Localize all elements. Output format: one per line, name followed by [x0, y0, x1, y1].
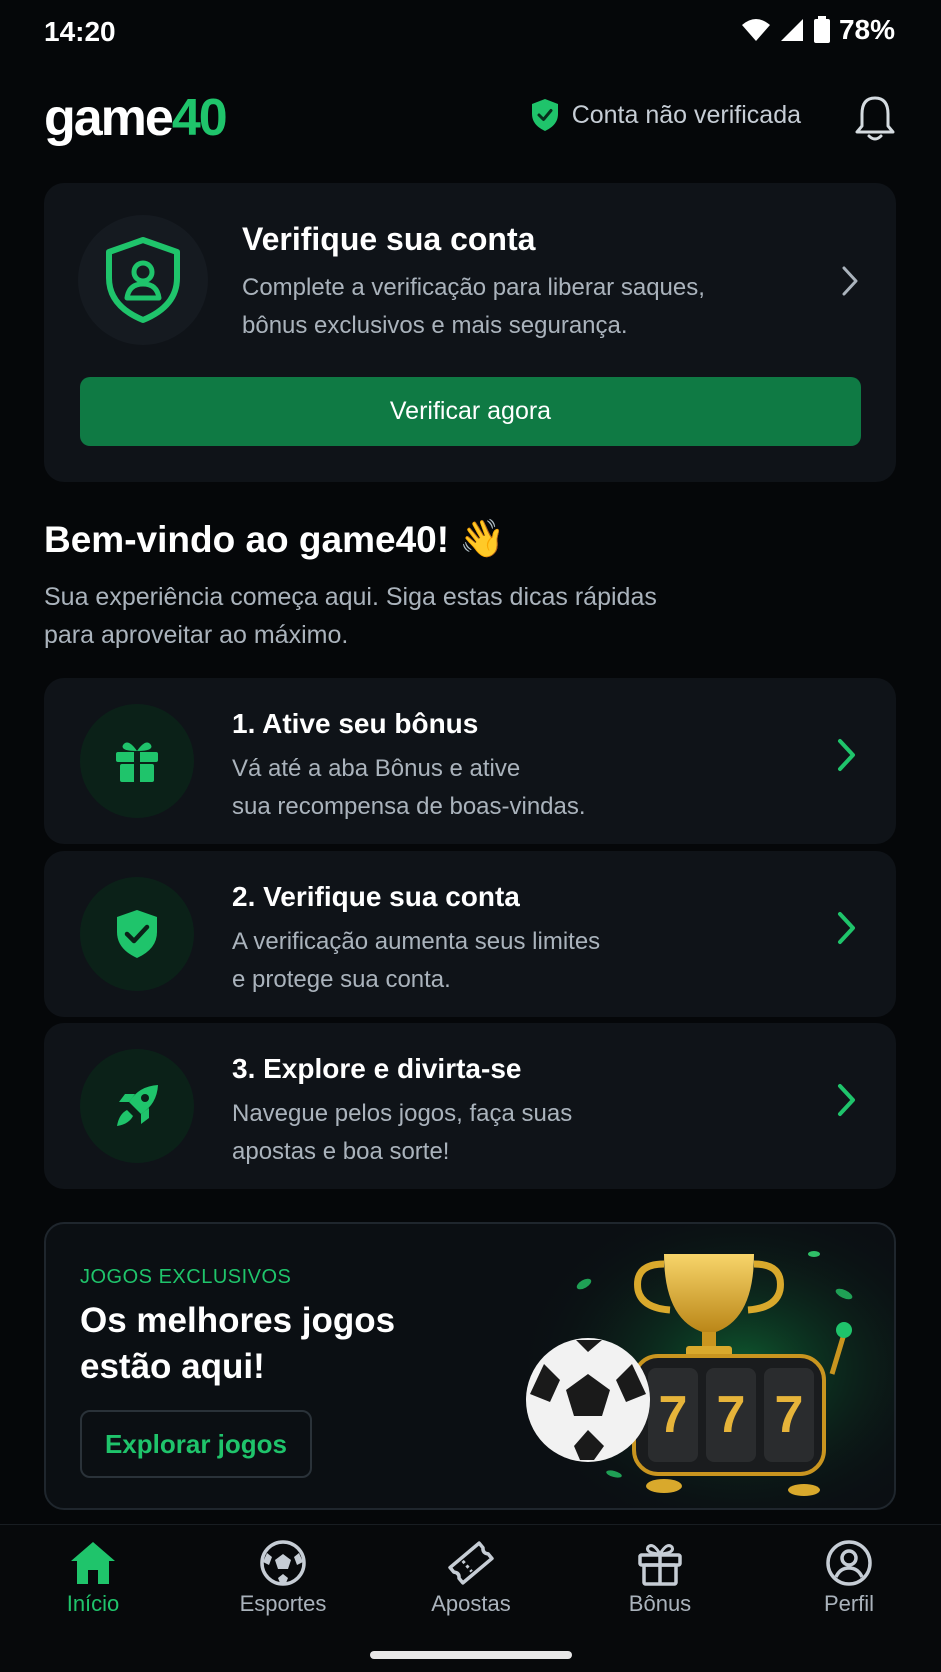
step-description-line: Navegue pelos jogos, faça suas — [232, 1100, 573, 1127]
nav-item-label: Início — [66, 1591, 120, 1616]
logo[interactable]: game40 — [44, 86, 228, 150]
ticket-icon — [448, 1541, 494, 1585]
step-card-bonus[interactable]: 1. Ative seu bônus Vá até a aba Bônus e … — [44, 678, 896, 844]
verify-icon-circle — [78, 215, 208, 345]
step-title: 2. Verifique sua conta — [232, 881, 520, 912]
promo-tag: JOGOS EXCLUSIVOS — [80, 1266, 292, 1288]
verification-status-label: Conta não verificada — [571, 100, 801, 129]
step-description: A verificação aumenta seus limites e pro… — [232, 923, 732, 999]
welcome-title-text: Bem-vindo ao game40! — [44, 518, 450, 560]
battery-icon — [813, 16, 830, 43]
step-description-line: sua recompensa de boas-vindas. — [232, 793, 586, 820]
status-time: 14:20 — [44, 16, 116, 47]
step-description: Navegue pelos jogos, faça suas apostas e… — [232, 1095, 732, 1171]
wifi-icon — [741, 19, 770, 41]
verify-account-card[interactable]: Verifique sua conta Complete a verificaç… — [44, 183, 896, 482]
welcome-title: Bem-vindo ao game40! 👋 — [44, 518, 505, 561]
rocket-icon — [117, 1085, 158, 1126]
welcome-description: Sua experiência começa aqui. Siga estas … — [44, 583, 657, 649]
profile-icon — [826, 1540, 872, 1586]
status-bar: 14:20 78% — [0, 0, 941, 70]
step-icon-circle — [80, 877, 194, 991]
battery-percent: 78% — [838, 14, 895, 45]
step-title: 3. Explore e divirta-se — [232, 1053, 522, 1084]
explore-games-button[interactable]: Explorar jogos — [80, 1410, 312, 1478]
shield-check-icon — [117, 910, 157, 958]
verify-now-button[interactable]: Verificar agora — [80, 377, 861, 446]
step-icon-circle — [80, 1049, 194, 1163]
nav-item-bonus[interactable]: Bônus — [590, 1539, 730, 1617]
waving-hand-emoji: 👋 — [459, 518, 506, 559]
home-icon — [71, 1542, 115, 1584]
bottom-navigation: Início Esportes Apostas Bônus Perfil — [0, 1524, 941, 1672]
step-description-line: apostas e boa sorte! — [232, 1138, 450, 1165]
verify-card-description: Complete a verificação para liberar saqu… — [242, 274, 705, 339]
shield-check-icon — [531, 99, 558, 131]
status-icons: 78% — [741, 14, 895, 46]
shield-user-icon — [106, 237, 180, 323]
signal-icon — [780, 19, 803, 41]
nav-item-apostas[interactable]: Apostas — [401, 1539, 541, 1617]
home-indicator[interactable] — [370, 1651, 572, 1659]
verification-status[interactable]: Conta não verificada — [530, 98, 801, 132]
games-illustration: 7 7 7 — [514, 1224, 894, 1508]
bell-icon[interactable] — [853, 94, 897, 142]
nav-item-label: Esportes — [239, 1591, 327, 1616]
slot-digit: 7 — [775, 1386, 804, 1444]
step-description-line: Vá até a aba Bônus e ative — [232, 755, 521, 782]
chevron-right-icon[interactable] — [836, 1083, 858, 1117]
nav-item-label: Bônus — [628, 1591, 692, 1616]
promo-title: Os melhores jogos estão aqui! — [80, 1301, 396, 1386]
chevron-right-icon[interactable] — [836, 738, 858, 772]
verify-card-title: Verifique sua conta — [242, 221, 536, 257]
nav-item-inicio[interactable]: Início — [23, 1539, 163, 1617]
nav-item-perfil[interactable]: Perfil — [779, 1539, 919, 1617]
chevron-right-icon[interactable] — [840, 265, 860, 297]
nav-item-label: Apostas — [431, 1591, 511, 1616]
soccer-ball-icon — [526, 1338, 650, 1462]
step-description: Vá até a aba Bônus e ative sua recompens… — [232, 750, 732, 826]
exclusive-games-banner[interactable]: JOGOS EXCLUSIVOS Os melhores jogos estão… — [44, 1222, 896, 1510]
logo-text: game — [44, 89, 174, 147]
gift-icon — [638, 1544, 682, 1586]
chevron-right-icon[interactable] — [836, 911, 858, 945]
slot-digit: 7 — [659, 1386, 688, 1444]
step-card-verify[interactable]: 2. Verifique sua conta A verificação aum… — [44, 851, 896, 1017]
soccer-ball-icon — [260, 1540, 306, 1586]
gift-icon — [116, 742, 158, 782]
step-card-explore[interactable]: 3. Explore e divirta-se Navegue pelos jo… — [44, 1023, 896, 1189]
nav-item-label: Perfil — [823, 1591, 875, 1616]
app-header: game40 Conta não verificada — [44, 86, 897, 150]
slot-digit: 7 — [717, 1386, 746, 1444]
step-title: 1. Ative seu bônus — [232, 708, 479, 739]
step-icon-circle — [80, 704, 194, 818]
step-description-line: A verificação aumenta seus limites — [232, 928, 601, 955]
logo-number: 40 — [171, 89, 228, 147]
nav-item-esportes[interactable]: Esportes — [213, 1539, 353, 1617]
step-description-line: e protege sua conta. — [232, 966, 451, 993]
